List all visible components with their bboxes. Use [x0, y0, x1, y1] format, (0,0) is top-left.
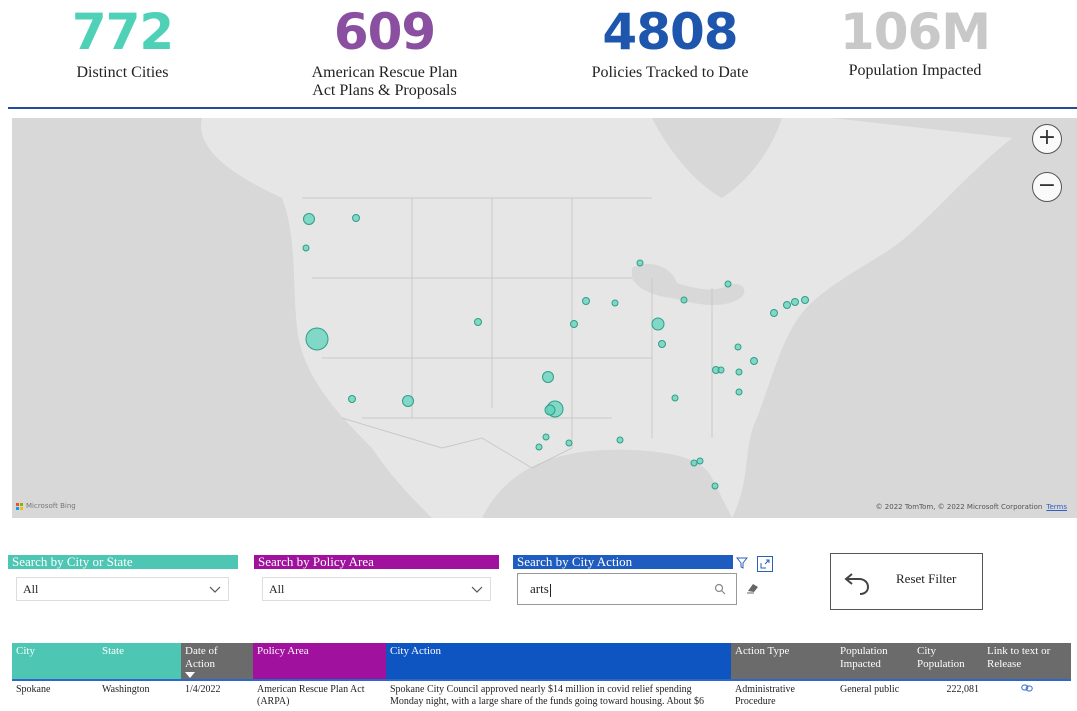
- cell-date: 1/4/2022: [185, 684, 221, 695]
- filter-icon[interactable]: [735, 556, 749, 570]
- kpi-label: Distinct Cities: [76, 64, 169, 81]
- city-state-dropdown[interactable]: All: [16, 577, 229, 601]
- chevron-down-icon: [209, 586, 221, 593]
- dropdown-value: All: [269, 582, 285, 596]
- column-header-city-population[interactable]: City Population: [913, 643, 983, 679]
- kpi-policies-tracked: 4808 Policies Tracked to Date: [580, 0, 760, 82]
- cell-city: Spokane: [16, 684, 51, 695]
- map-copyright: © 2022 TomTom, © 2022 Microsoft Corporat…: [876, 503, 1067, 511]
- link-icon[interactable]: [1021, 684, 1033, 692]
- kpi-label: Population Impacted: [848, 62, 982, 79]
- column-header-population-impacted[interactable]: Population Impacted: [836, 643, 913, 679]
- kpi-arpa-plans: 609 American Rescue Plan Act Plans & Pro…: [292, 0, 477, 100]
- slicer-header-city-action: Search by City Action: [513, 555, 733, 569]
- microsoft-logo-icon: [16, 502, 23, 510]
- copyright-text: © 2022 TomTom, © 2022 Microsoft Corporat…: [875, 503, 1043, 511]
- reset-filter-button[interactable]: Reset Filter: [830, 553, 983, 610]
- column-header-city[interactable]: City: [12, 643, 98, 679]
- cell-state: Washington: [102, 684, 150, 695]
- cell-population-impacted: General public: [840, 684, 900, 695]
- reset-filter-label: Reset Filter: [896, 571, 957, 586]
- bing-logo-text: Microsoft Bing: [26, 502, 76, 510]
- zoom-out-button[interactable]: −: [1032, 172, 1062, 202]
- column-header-city-action[interactable]: City Action: [386, 643, 731, 679]
- column-header-date[interactable]: Date of Action: [181, 643, 253, 679]
- kpi-value: 106M: [839, 3, 991, 61]
- cell-policy-area: American Rescue Plan Act (ARPA): [257, 684, 365, 707]
- kpi-label: Policies Tracked to Date: [591, 64, 749, 81]
- slicer-header-policy-area: Search by Policy Area: [254, 555, 499, 569]
- column-header-label: Date of Action: [185, 645, 218, 670]
- city-action-search-input[interactable]: arts: [517, 573, 737, 605]
- table-row[interactable]: Spokane Washington 1/4/2022 American Res…: [12, 679, 1071, 711]
- column-header-link[interactable]: Link to text or Release: [983, 643, 1071, 679]
- bing-logo: Microsoft Bing: [16, 502, 76, 510]
- text-caret: [549, 583, 551, 597]
- column-header-action-type[interactable]: Action Type: [731, 643, 836, 679]
- focus-mode-icon[interactable]: [757, 556, 773, 572]
- chevron-down-icon: [471, 586, 483, 593]
- kpi-population-impacted: 106M Population Impacted: [830, 0, 1000, 80]
- policy-area-dropdown[interactable]: All: [262, 577, 491, 601]
- eraser-icon[interactable]: [746, 582, 760, 594]
- column-header-state[interactable]: State: [98, 643, 181, 679]
- search-value: arts: [530, 581, 549, 596]
- cell-action-type: Administrative Procedure: [735, 684, 795, 707]
- column-header-policy-area[interactable]: Policy Area: [253, 643, 386, 679]
- cell-city-action: Spokane City Council approved nearly $14…: [390, 684, 704, 707]
- map-visual[interactable]: + − Microsoft Bing © 2022 TomTom, © 2022…: [12, 118, 1077, 518]
- terms-link[interactable]: Terms: [1046, 503, 1067, 511]
- header-divider: [8, 107, 1077, 109]
- kpi-value: 772: [71, 3, 174, 61]
- search-icon[interactable]: [714, 583, 726, 595]
- undo-arrow-icon: [844, 573, 870, 595]
- sort-descending-icon: [185, 672, 195, 678]
- cell-link[interactable]: [983, 684, 1071, 696]
- zoom-in-button[interactable]: +: [1032, 124, 1062, 154]
- kpi-label: American Rescue Plan Act Plans & Proposa…: [311, 64, 458, 99]
- map-canvas: [12, 118, 1077, 518]
- kpi-value: 4808: [602, 3, 738, 61]
- kpi-value: 609: [333, 3, 436, 61]
- cell-city-population: 222,081: [946, 684, 980, 695]
- dropdown-value: All: [23, 582, 39, 596]
- table-header: City State Date of Action Policy Area Ci…: [12, 643, 1071, 679]
- slicer-header-city-state: Search by City or State: [8, 555, 238, 569]
- kpi-distinct-cities: 772 Distinct Cities: [40, 0, 205, 82]
- policy-table: City State Date of Action Policy Area Ci…: [12, 643, 1071, 711]
